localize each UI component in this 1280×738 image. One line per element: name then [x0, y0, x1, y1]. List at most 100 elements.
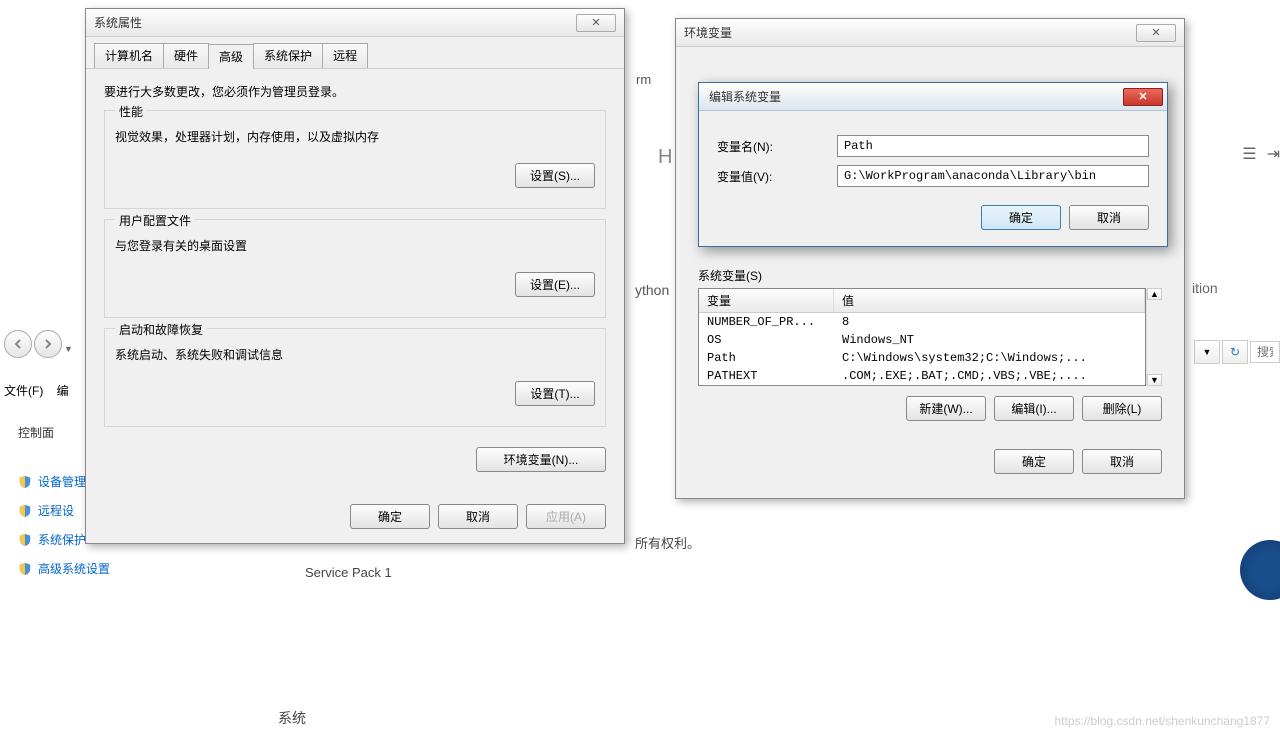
edit-system-variable-dialog: 编辑系统变量 ✕ 变量名(N): 变量值(V): 确定 取消	[698, 82, 1168, 247]
bg-rm: rm	[636, 72, 651, 87]
delete-button[interactable]: 删除(L)	[1082, 396, 1162, 421]
cancel-button[interactable]: 取消	[438, 504, 518, 529]
tab-advanced[interactable]: 高级	[208, 44, 254, 69]
close-button[interactable]: ✕	[1136, 24, 1176, 42]
nav-arrows: ▼	[4, 330, 73, 358]
cell-value: 8	[834, 314, 1145, 330]
menubar: 文件(F) 编	[4, 382, 69, 399]
listview-header: 变量 值	[699, 289, 1145, 313]
sysvars-buttons: 新建(W)... 编辑(I)... 删除(L)	[698, 386, 1162, 431]
table-row[interactable]: NUMBER_OF_PR...8	[699, 313, 1145, 331]
startup-group: 启动和故障恢复 系统启动、系统失败和调试信息 设置(T)...	[104, 328, 606, 427]
user-profile-group: 用户配置文件 与您登录有关的桌面设置 设置(E)...	[104, 219, 606, 318]
cell-value: .COM;.EXE;.BAT;.CMD;.VBS;.VBE;....	[834, 368, 1145, 384]
sysprops-tabs: 计算机名 硬件 高级 系统保护 远程	[86, 37, 624, 69]
system-variables-label: 系统变量(S)	[698, 267, 1162, 284]
cell-value: C:\Windows\system32;C:\Windows;...	[834, 350, 1145, 366]
cell-variable: PATHEXT	[699, 368, 834, 384]
startup-settings-button[interactable]: 设置(T)...	[515, 381, 595, 406]
performance-settings-button[interactable]: 设置(S)...	[515, 163, 595, 188]
sysprops-footer: 确定 取消 应用(A)	[86, 496, 624, 543]
edit-menu-partial[interactable]: 编	[57, 384, 69, 398]
user-profile-desc: 与您登录有关的桌面设置	[115, 237, 595, 254]
user-profile-title: 用户配置文件	[115, 212, 195, 229]
sysprops-content: 要进行大多数更改，您必须作为管理员登录。 性能 视觉效果，处理器计划，内存使用，…	[86, 69, 624, 496]
bg-servicepack: Service Pack 1	[305, 565, 392, 580]
table-row[interactable]: PATHEXT.COM;.EXE;.BAT;.CMD;.VBS;.VBE;...…	[699, 367, 1145, 385]
refresh-button[interactable]: ↻	[1222, 340, 1248, 364]
sidebar-item-label: 系统保护	[38, 531, 86, 548]
tab-protection[interactable]: 系统保护	[253, 43, 323, 68]
list-icon[interactable]: ☰	[1242, 144, 1256, 164]
search-input[interactable]	[1250, 341, 1280, 363]
envvars-footer: 确定 取消	[698, 431, 1162, 484]
startup-desc: 系统启动、系统失败和调试信息	[115, 346, 595, 363]
table-row[interactable]: PathC:\Windows\system32;C:\Windows;...	[699, 349, 1145, 367]
explorer-toolbar-right: ▼ ↻	[1194, 340, 1280, 364]
nav-back-button[interactable]	[4, 330, 32, 358]
bg-h: H	[658, 146, 672, 169]
system-vars-listview[interactable]: 变量 值 NUMBER_OF_PR...8OSWindows_NTPathC:\…	[698, 288, 1146, 386]
envvars-title: 环境变量	[684, 24, 732, 41]
cancel-button[interactable]: 取消	[1082, 449, 1162, 474]
watermark: https://blog.csdn.net/shenkunchang1877	[1055, 714, 1271, 728]
sysprops-titlebar: 系统属性 ✕	[86, 9, 624, 37]
tab-computer-name[interactable]: 计算机名	[94, 43, 164, 68]
edit-button[interactable]: 编辑(I)...	[994, 396, 1074, 421]
scrollbar[interactable]: ▲ ▼	[1146, 288, 1162, 386]
windows-logo-partial	[1240, 540, 1280, 600]
new-button[interactable]: 新建(W)...	[906, 396, 986, 421]
file-menu[interactable]: 文件(F)	[4, 384, 43, 398]
user-profile-settings-button[interactable]: 设置(E)...	[515, 272, 595, 297]
dropdown-button[interactable]: ▼	[1194, 340, 1220, 364]
scroll-down-icon[interactable]: ▼	[1147, 374, 1162, 386]
shield-icon	[18, 533, 32, 547]
ok-button[interactable]: 确定	[350, 504, 430, 529]
scroll-up-icon[interactable]: ▲	[1147, 288, 1162, 300]
cell-value: Windows_NT	[834, 332, 1145, 348]
tab-hardware[interactable]: 硬件	[163, 43, 209, 68]
variable-name-input[interactable]	[837, 135, 1149, 157]
ok-button[interactable]: 确定	[981, 205, 1061, 230]
sidebar-item-label: 设备管理	[38, 473, 86, 490]
close-button[interactable]: ✕	[1123, 88, 1163, 106]
editvar-titlebar: 编辑系统变量 ✕	[699, 83, 1167, 111]
editvar-footer: 确定 取消	[717, 195, 1149, 240]
sysprops-title: 系统属性	[94, 14, 142, 31]
list-indent-icon[interactable]: ⇥	[1267, 144, 1280, 164]
col-value[interactable]: 值	[834, 289, 1145, 312]
tab-remote[interactable]: 远程	[322, 43, 368, 68]
table-row[interactable]: OSWindows_NT	[699, 331, 1145, 349]
cell-variable: Path	[699, 350, 834, 366]
nav-dropdown-icon[interactable]: ▼	[64, 344, 73, 354]
system-properties-window: 系统属性 ✕ 计算机名 硬件 高级 系统保护 远程 要进行大多数更改，您必须作为…	[85, 8, 625, 544]
close-button[interactable]: ✕	[576, 14, 616, 32]
sidebar-item-label: 高级系统设置	[38, 560, 110, 577]
system-vars-list: 变量 值 NUMBER_OF_PR...8OSWindows_NTPathC:\…	[698, 288, 1162, 386]
admin-instruction: 要进行大多数更改，您必须作为管理员登录。	[104, 83, 606, 100]
shield-icon	[18, 504, 32, 518]
apply-button[interactable]: 应用(A)	[526, 504, 606, 529]
cell-variable: NUMBER_OF_PR...	[699, 314, 834, 330]
bg-ython: ython	[635, 282, 669, 298]
bg-toolbar-icons: ☰ ⇥	[1242, 144, 1280, 164]
bg-allrights: 所有权利。	[635, 533, 700, 552]
ok-button[interactable]: 确定	[994, 449, 1074, 474]
editvar-title: 编辑系统变量	[709, 88, 781, 105]
startup-title: 启动和故障恢复	[115, 321, 207, 338]
bg-system-heading: 系统	[278, 708, 306, 728]
performance-group: 性能 视觉效果，处理器计划，内存使用，以及虚拟内存 设置(S)...	[104, 110, 606, 209]
cancel-button[interactable]: 取消	[1069, 205, 1149, 230]
variable-value-input[interactable]	[837, 165, 1149, 187]
col-variable[interactable]: 变量	[699, 289, 834, 312]
nav-forward-button[interactable]	[34, 330, 62, 358]
variable-value-label: 变量值(V):	[717, 168, 837, 185]
performance-desc: 视觉效果，处理器计划，内存使用，以及虚拟内存	[115, 128, 595, 145]
editvar-content: 变量名(N): 变量值(V): 确定 取消	[699, 111, 1167, 246]
sidebar-item-advanced-system[interactable]: 高级系统设置	[8, 554, 242, 583]
variable-name-label: 变量名(N):	[717, 138, 837, 155]
shield-icon	[18, 475, 32, 489]
sidebar-item-label: 远程设	[38, 502, 74, 519]
cell-variable: OS	[699, 332, 834, 348]
environment-variables-button[interactable]: 环境变量(N)...	[476, 447, 606, 472]
